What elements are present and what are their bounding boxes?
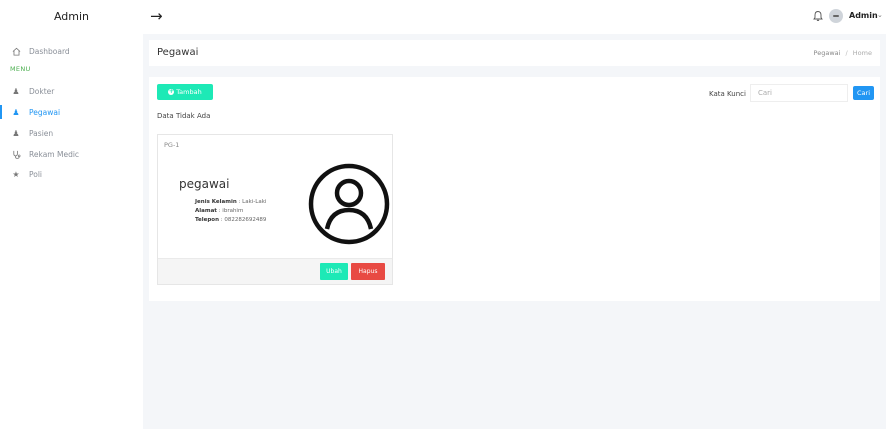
field-label: Telepon bbox=[195, 217, 219, 223]
sidebar-item-label: Rekam Medic bbox=[29, 149, 80, 159]
user-md-icon: ♟ bbox=[12, 86, 20, 96]
sidebar-item-label: Dokter bbox=[29, 86, 55, 96]
user-name[interactable]: Admin bbox=[849, 11, 878, 20]
employee-phone: Telepon : 082282692489 bbox=[195, 217, 267, 223]
sidebar-item-label: Pegawai bbox=[29, 107, 61, 117]
field-label: Jenis Kelamin bbox=[195, 199, 237, 205]
sidebar-item-dashboard[interactable]: Dashboard bbox=[10, 44, 70, 58]
edit-button[interactable]: Ubah bbox=[320, 263, 348, 280]
sidebar: Dashboard MENU ♟ Dokter ♟ Pegawai ♟ Pasi… bbox=[0, 34, 143, 429]
search-input[interactable] bbox=[750, 84, 848, 102]
search-label: Kata Kunci bbox=[709, 90, 746, 98]
menu-section-label: MENU bbox=[10, 65, 31, 73]
star-icon: ★ bbox=[12, 169, 20, 179]
breadcrumb: Pegawai / Home bbox=[814, 49, 872, 57]
user-avatar-icon bbox=[308, 163, 390, 245]
sidebar-item-dokter[interactable]: ♟ Dokter bbox=[10, 84, 54, 98]
field-value: Laki-Laki bbox=[242, 199, 267, 205]
breadcrumb-item-pegawai[interactable]: Pegawai bbox=[814, 49, 841, 57]
delete-button[interactable]: Hapus bbox=[351, 263, 385, 280]
field-value: 082282692489 bbox=[224, 217, 267, 223]
employee-name: pegawai bbox=[179, 177, 230, 191]
no-data-message: Data Tidak Ada bbox=[157, 112, 211, 120]
plus-circle-icon: + bbox=[168, 88, 175, 95]
sidebar-item-pasien[interactable]: ♟ Pasien bbox=[10, 126, 53, 140]
user-avatar[interactable] bbox=[829, 9, 843, 23]
sidebar-item-label: Poli bbox=[29, 169, 43, 179]
user-icon: ♟ bbox=[12, 107, 20, 117]
content-card: + Tambah Data Tidak Ada Kata Kunci Cari … bbox=[149, 77, 880, 301]
sidebar-item-label: Pasien bbox=[29, 128, 54, 138]
chevron-down-icon[interactable]: ⌄ bbox=[877, 11, 883, 19]
employee-card-footer: Ubah Hapus bbox=[158, 258, 392, 284]
sidebar-item-pegawai[interactable]: ♟ Pegawai bbox=[0, 105, 61, 119]
search-button[interactable]: Cari bbox=[853, 86, 874, 100]
sidebar-item-label: Dashboard bbox=[29, 46, 70, 56]
home-icon bbox=[10, 47, 22, 56]
field-value: ibrahim bbox=[222, 208, 244, 214]
add-button-label: Tambah bbox=[176, 88, 202, 96]
sidebar-item-poli[interactable]: ★ Poli bbox=[10, 167, 42, 181]
employee-code: PG-1 bbox=[164, 141, 180, 149]
page-header: Pegawai Pegawai / Home bbox=[149, 40, 880, 66]
users-icon: ♟ bbox=[12, 128, 20, 138]
page-title: Pegawai bbox=[157, 47, 199, 58]
employee-gender: Jenis Kelamin : Laki-Laki bbox=[195, 199, 267, 205]
add-button[interactable]: + Tambah bbox=[157, 84, 213, 100]
employee-card: PG-1 pegawai Jenis Kelamin : Laki-Laki A… bbox=[157, 134, 393, 285]
sidebar-item-rekam-medic[interactable]: Rekam Medic bbox=[10, 147, 79, 161]
field-label: Alamat bbox=[195, 208, 217, 214]
bell-icon[interactable] bbox=[812, 10, 824, 22]
topbar: Admin → Admin ⌄ bbox=[0, 0, 886, 34]
stethoscope-icon bbox=[10, 150, 22, 159]
arrow-right-icon[interactable]: → bbox=[150, 8, 163, 24]
brand-title[interactable]: Admin bbox=[0, 0, 143, 34]
breadcrumb-item-home[interactable]: Home bbox=[853, 49, 872, 57]
breadcrumb-separator: / bbox=[845, 49, 848, 57]
employee-address: Alamat : ibrahim bbox=[195, 208, 244, 214]
